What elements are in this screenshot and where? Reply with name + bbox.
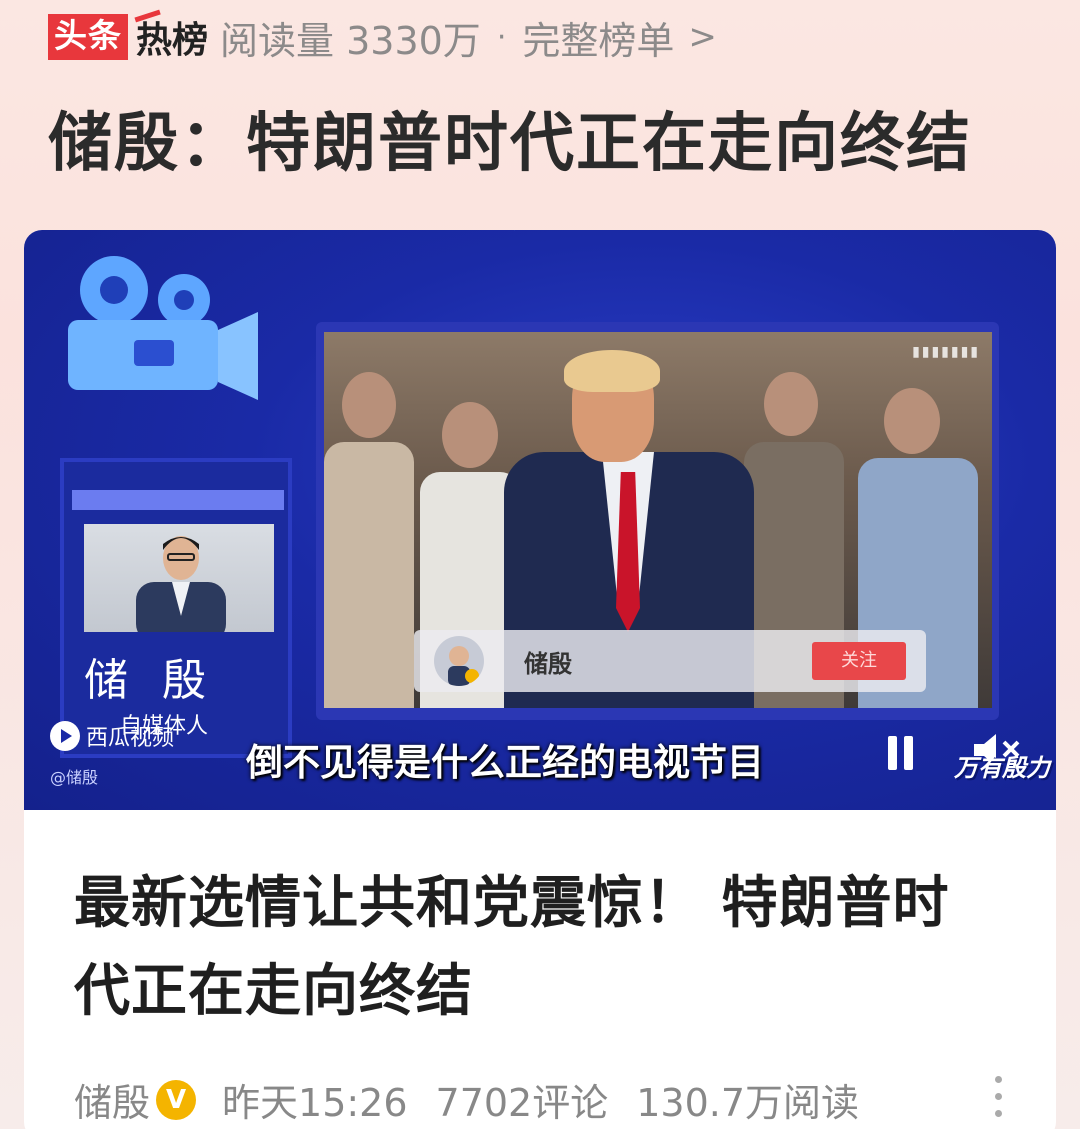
separator-dot: · xyxy=(496,19,507,55)
read-count-article: 130.7万阅读 xyxy=(636,1081,860,1125)
publish-time: 昨天15:26 xyxy=(222,1081,408,1125)
channel-logo: 万有殷力 xyxy=(954,754,1050,782)
verified-badge-icon: V xyxy=(156,1079,197,1120)
camera-icon xyxy=(68,256,258,400)
avatar xyxy=(434,636,484,686)
pause-icon[interactable] xyxy=(886,736,916,770)
host-card-bar xyxy=(72,490,284,510)
hot-list-brand: 热榜 xyxy=(136,11,208,63)
author-name[interactable]: 储殷 xyxy=(74,1072,150,1127)
xigua-logo: 西瓜视频 xyxy=(50,720,174,752)
host-name: 储 殷 xyxy=(84,655,216,706)
platform-name: 西瓜视频 xyxy=(86,726,175,751)
xigua-logo-icon xyxy=(50,721,80,751)
hot-list-header[interactable]: 头条 热榜 阅读量 3330万 · 完整榜单 > xyxy=(48,10,717,65)
video-watermark: @储殷 xyxy=(50,768,99,787)
article-card[interactable]: 储 殷 自媒体人 西瓜视频 @储殷 ▮▮▮▮▮▮▮ 储殷 关注 倒不见得是什么正… xyxy=(24,230,1056,1129)
toutiao-brand: 头条 xyxy=(48,14,128,60)
video-subtitle: 倒不见得是什么正经的电视节目 xyxy=(246,741,764,784)
article-meta: 储殷 V 昨天15:26 7702评论 130.7万阅读 xyxy=(74,1072,859,1127)
follow-author-name: 储殷 xyxy=(524,650,572,678)
scene-watermark: ▮▮▮▮▮▮▮ xyxy=(912,344,980,360)
page-headline[interactable]: 储殷：特朗普时代正在走向终结 xyxy=(48,92,972,184)
full-list-link[interactable]: 完整榜单 xyxy=(522,10,674,65)
comment-count: 7702评论 xyxy=(435,1081,609,1125)
article-title[interactable]: 最新选情让共和党震惊！ 特朗普时代正在走向终结 xyxy=(74,860,1004,1036)
follow-button: 关注 xyxy=(812,642,906,680)
chevron-right-icon[interactable]: > xyxy=(688,17,717,57)
video-frame: ▮▮▮▮▮▮▮ 储殷 关注 xyxy=(324,332,992,708)
read-count: 阅读量 3330万 xyxy=(220,18,481,63)
host-card: 储 殷 自媒体人 xyxy=(60,458,292,758)
video-player[interactable]: 储 殷 自媒体人 西瓜视频 @储殷 ▮▮▮▮▮▮▮ 储殷 关注 倒不见得是什么正… xyxy=(24,230,1056,810)
host-photo xyxy=(84,524,274,632)
follow-bar: 储殷 关注 xyxy=(414,630,926,692)
inner-screen: ▮▮▮▮▮▮▮ 储殷 关注 xyxy=(316,322,999,720)
more-options-icon[interactable] xyxy=(992,1076,1004,1120)
